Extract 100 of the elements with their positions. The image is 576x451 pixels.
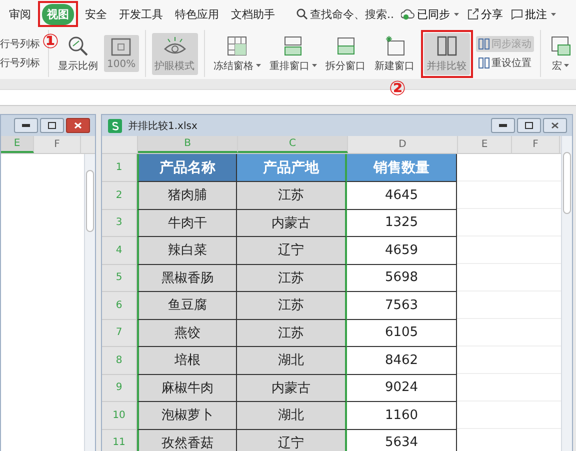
header-cell: 产品产地 [237,154,347,182]
window-icon [478,57,490,69]
annotation-number: ② [389,77,406,99]
ribbon-button[interactable]: 宏 [546,32,575,74]
window-icon [550,34,572,56]
table-cell: 江苏 [237,320,347,347]
maximize-button[interactable] [40,118,64,133]
table-cell: 6105 [347,320,457,347]
window-title: 并排比较1.xlsx [128,120,198,132]
table-cell: 孜然香菇 [137,430,237,451]
spreadsheet-icon [108,118,122,132]
table-cell: 内蒙古 [237,210,347,237]
menu-tab[interactable]: 安全 [80,4,112,24]
table-cell: 7563 [347,292,457,320]
minimize-icon [22,124,30,127]
row-header[interactable]: 11 [102,430,137,451]
maximize-icon [525,122,533,129]
table-cell: 江苏 [237,182,347,210]
row-header[interactable]: 3 [102,210,137,237]
table-cell: 4645 [347,182,457,210]
table-cell: 燕饺 [137,320,237,347]
minimize-icon [499,124,507,127]
ribbon-button[interactable]: 护眼模式 [152,32,198,74]
scrollbar[interactable] [84,154,95,451]
table-cell: 麻椒牛肉 [137,374,237,402]
ribbon-button[interactable]: 重排窗口 [266,32,320,74]
table-cell: 湖北 [237,402,347,430]
ribbon-button[interactable]: 重设位置 [476,55,534,71]
column-header[interactable]: F [512,136,560,153]
window-icon [478,38,490,50]
table-cell: 江苏 [237,264,347,292]
table-cell: 辣白菜 [137,237,237,264]
minimize-button[interactable] [491,118,515,133]
row-header[interactable]: 6 [102,292,137,320]
annotation-number: ① [42,30,59,52]
new-window-icon [384,34,406,56]
table-cell: 牛肉干 [137,210,237,237]
table-cell: 湖北 [237,347,347,374]
magnifier-icon [67,34,89,56]
row-header[interactable]: 7 [102,320,137,347]
toolbar-button[interactable]: 已同步 [398,4,462,24]
ratio-icon [110,37,132,57]
table-cell: 5698 [347,264,457,292]
search-icon [296,8,308,20]
menu-tab[interactable]: 文档助手 [226,4,280,24]
toolbar-button[interactable]: 分享 [464,4,506,24]
ribbon-button[interactable]: 冻结窗格 [210,32,264,74]
menu-tab[interactable]: 审阅 [4,4,36,24]
minimize-button[interactable] [14,118,38,133]
eye-icon [162,34,187,56]
ribbon-button[interactable]: 并排比较 [424,32,470,74]
table-cell: 9024 [347,374,457,402]
row-header[interactable]: 8 [102,347,137,374]
column-header[interactable]: E [458,136,512,153]
toolbar-button[interactable]: 批注 [508,4,559,24]
scrollbar[interactable] [561,136,572,451]
header-cell: 销售数量 [347,154,457,182]
table-cell: 1160 [347,402,457,430]
table-cell: 5634 [347,430,457,451]
header-cell: 产品名称 [137,154,237,182]
ribbon-button[interactable]: 拆分窗口 [322,32,369,74]
ribbon-button[interactable]: 新建窗口 [372,32,418,74]
row-header[interactable]: 5 [102,264,137,292]
row-header[interactable]: 2 [102,182,137,210]
table-cell: 培根 [137,347,237,374]
close-icon [74,122,82,129]
close-button[interactable] [543,118,567,133]
row-header[interactable]: 10 [102,402,137,430]
close-button[interactable] [66,118,90,133]
window-icon [334,34,357,56]
share-icon [467,8,479,20]
menu-tab[interactable]: 特色应用 [170,4,224,24]
table-cell: 辽宁 [237,237,347,264]
comment-icon [511,8,523,20]
row-header[interactable]: 4 [102,237,137,264]
table-cell: 猪肉脯 [137,182,237,210]
ribbon-button[interactable]: 行号列标 [0,36,42,52]
table-cell: 江苏 [237,292,347,320]
table-cell: 鱼豆腐 [137,292,237,320]
menu-tab[interactable]: 视图 [42,4,74,24]
maximize-button[interactable] [517,118,541,133]
window-icon [282,34,304,56]
table-cell: 泡椒萝卜 [137,402,237,430]
menu-tab[interactable]: 开发工具 [114,4,168,24]
table-cell: 4659 [347,237,457,264]
close-icon [551,122,559,129]
maximize-icon [48,122,56,129]
table-cell: 8462 [347,347,457,374]
cloud-icon [401,8,415,20]
grid-icon [226,34,248,56]
table-cell: 辽宁 [237,430,347,451]
table-cell: 黑椒香肠 [137,264,237,292]
columns-icon [436,34,458,56]
search-field[interactable]: 查找命令、搜索... [296,8,394,20]
table-cell: 1325 [347,210,457,237]
column-header[interactable]: D [348,136,458,153]
row-header[interactable]: 1 [102,154,137,182]
ribbon-button[interactable]: 100% [104,35,139,72]
row-header[interactable]: 9 [102,374,137,402]
ribbon-button[interactable]: 行号列标 [0,55,42,71]
